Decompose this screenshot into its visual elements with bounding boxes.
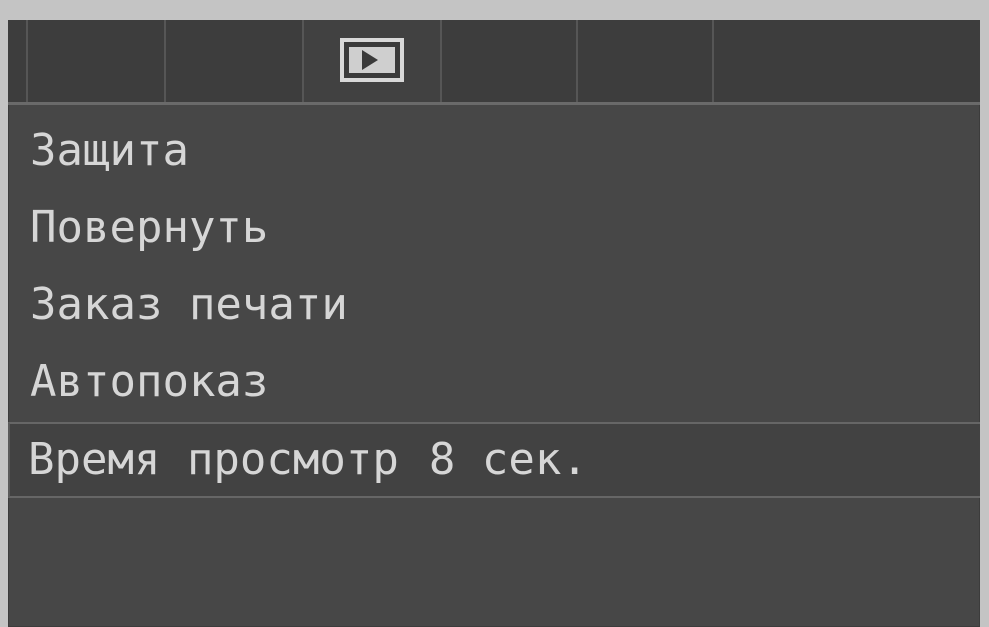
- tab-setup-2[interactable]: [578, 20, 714, 102]
- menu-item-slideshow[interactable]: Автопоказ: [8, 343, 980, 420]
- menu-item-label: Защита: [30, 125, 189, 176]
- playback-menu-list: Защита Повернуть Заказ печати Автопоказ …: [8, 112, 980, 498]
- review-time-value: 8 сек.: [428, 434, 588, 485]
- menu-item-print-order[interactable]: Заказ печати: [8, 266, 980, 343]
- menu-item-protect[interactable]: Защита: [8, 112, 980, 189]
- menu-item-label: Заказ печати: [30, 279, 348, 330]
- tab-shooting-1[interactable]: [28, 20, 166, 102]
- play-icon: [340, 38, 404, 82]
- menu-item-label: Повернуть: [30, 202, 269, 253]
- menu-item-label: Автопоказ: [30, 356, 269, 407]
- tab-edge: [8, 20, 28, 102]
- menu-tab-bar: [8, 20, 980, 105]
- menu-item-label: Время просмотр: [28, 434, 399, 485]
- menu-item-review-time[interactable]: Время просмотр 8 сек.: [8, 422, 980, 498]
- camera-menu-screen: Защита Повернуть Заказ печати Автопоказ …: [8, 20, 980, 627]
- tab-setup-1[interactable]: [442, 20, 578, 102]
- tab-shooting-2[interactable]: [166, 20, 304, 102]
- tab-playback[interactable]: [304, 20, 442, 102]
- tab-custom[interactable]: [714, 20, 980, 102]
- menu-item-rotate[interactable]: Повернуть: [8, 189, 980, 266]
